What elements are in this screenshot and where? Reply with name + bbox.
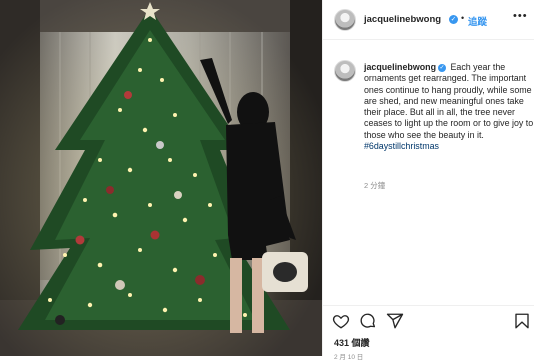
caption-author-avatar[interactable]	[334, 60, 356, 82]
post-sidebar: jacquelinebwong ✓ • 追蹤 ••• jacquelinebwo…	[322, 0, 534, 361]
heart-icon[interactable]	[332, 312, 350, 330]
follow-button[interactable]: 追蹤	[468, 14, 487, 28]
hashtag-link[interactable]: #6daystillchristmas	[364, 141, 439, 151]
more-horizontal-icon[interactable]: •••	[513, 10, 528, 22]
share-icon[interactable]	[386, 312, 404, 330]
post-header: jacquelinebwong ✓ • 追蹤 •••	[323, 0, 534, 40]
verified-badge-icon: ✓	[438, 64, 446, 72]
post-date: 2 月 10 日	[334, 354, 364, 361]
comment-icon[interactable]	[359, 312, 377, 330]
caption-body: Each year the ornaments get rearranged. …	[364, 62, 534, 140]
post-actions: 431 個讚 2 月 10 日	[323, 305, 534, 361]
caption-username[interactable]: jacquelinebwong	[364, 62, 436, 72]
likes-count[interactable]: 431 個讚	[334, 336, 370, 349]
bookmark-icon[interactable]	[513, 312, 531, 330]
instagram-post-card: jacquelinebwong ✓ • 追蹤 ••• jacquelinebwo…	[0, 0, 534, 361]
likes-label: 個讚	[351, 338, 370, 348]
author-username[interactable]: jacquelinebwong	[364, 14, 441, 25]
verified-badge-icon: ✓	[449, 15, 458, 24]
caption-text: jacquelinebwong ✓ Each year the ornaments…	[364, 62, 534, 152]
author-avatar[interactable]	[334, 9, 356, 31]
post-photo[interactable]	[0, 0, 322, 356]
separator-dot: •	[461, 13, 465, 23]
christmas-tree-photo	[0, 0, 322, 356]
comment-timestamp: 2 分鐘	[364, 181, 386, 190]
likes-number: 431	[334, 338, 350, 348]
